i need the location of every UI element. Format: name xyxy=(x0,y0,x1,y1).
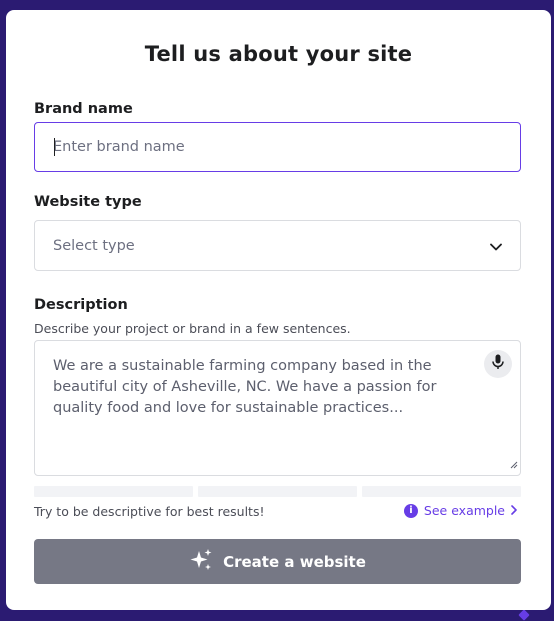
description-placeholder: We are a sustainable farming company bas… xyxy=(53,358,437,416)
microphone-icon xyxy=(492,354,504,374)
description-label: Description xyxy=(34,297,128,313)
chevron-right-icon xyxy=(511,503,517,518)
brand-name-field[interactable] xyxy=(34,122,521,172)
see-example-link[interactable]: i See example xyxy=(403,503,517,518)
website-type-label: Website type xyxy=(34,194,142,210)
see-example-label: See example xyxy=(423,503,505,518)
info-icon: i xyxy=(403,503,418,518)
brand-name-input[interactable] xyxy=(35,123,520,171)
description-textarea[interactable]: We are a sustainable farming company bas… xyxy=(34,340,521,476)
description-hint: Describe your project or brand in a few … xyxy=(34,321,351,336)
brand-name-label: Brand name xyxy=(34,101,133,117)
description-tip: Try to be descriptive for best results! xyxy=(34,504,265,519)
site-setup-card: Tell us about your site Brand name Websi… xyxy=(6,10,551,610)
background-decoration xyxy=(518,609,530,621)
strength-segment xyxy=(198,486,357,497)
chevron-down-icon xyxy=(490,236,502,255)
description-strength-meter xyxy=(34,486,521,497)
create-website-button[interactable]: Create a website xyxy=(34,539,521,584)
page-title: Tell us about your site xyxy=(144,42,413,66)
strength-segment xyxy=(362,486,521,497)
voice-input-button[interactable] xyxy=(484,350,512,378)
text-caret xyxy=(54,138,55,156)
sparkles-icon xyxy=(189,548,213,576)
website-type-select[interactable]: Select type xyxy=(34,220,521,271)
resize-handle-icon[interactable] xyxy=(510,454,518,473)
website-type-value: Select type xyxy=(53,237,135,254)
strength-segment xyxy=(34,486,193,497)
create-website-label: Create a website xyxy=(223,552,366,571)
